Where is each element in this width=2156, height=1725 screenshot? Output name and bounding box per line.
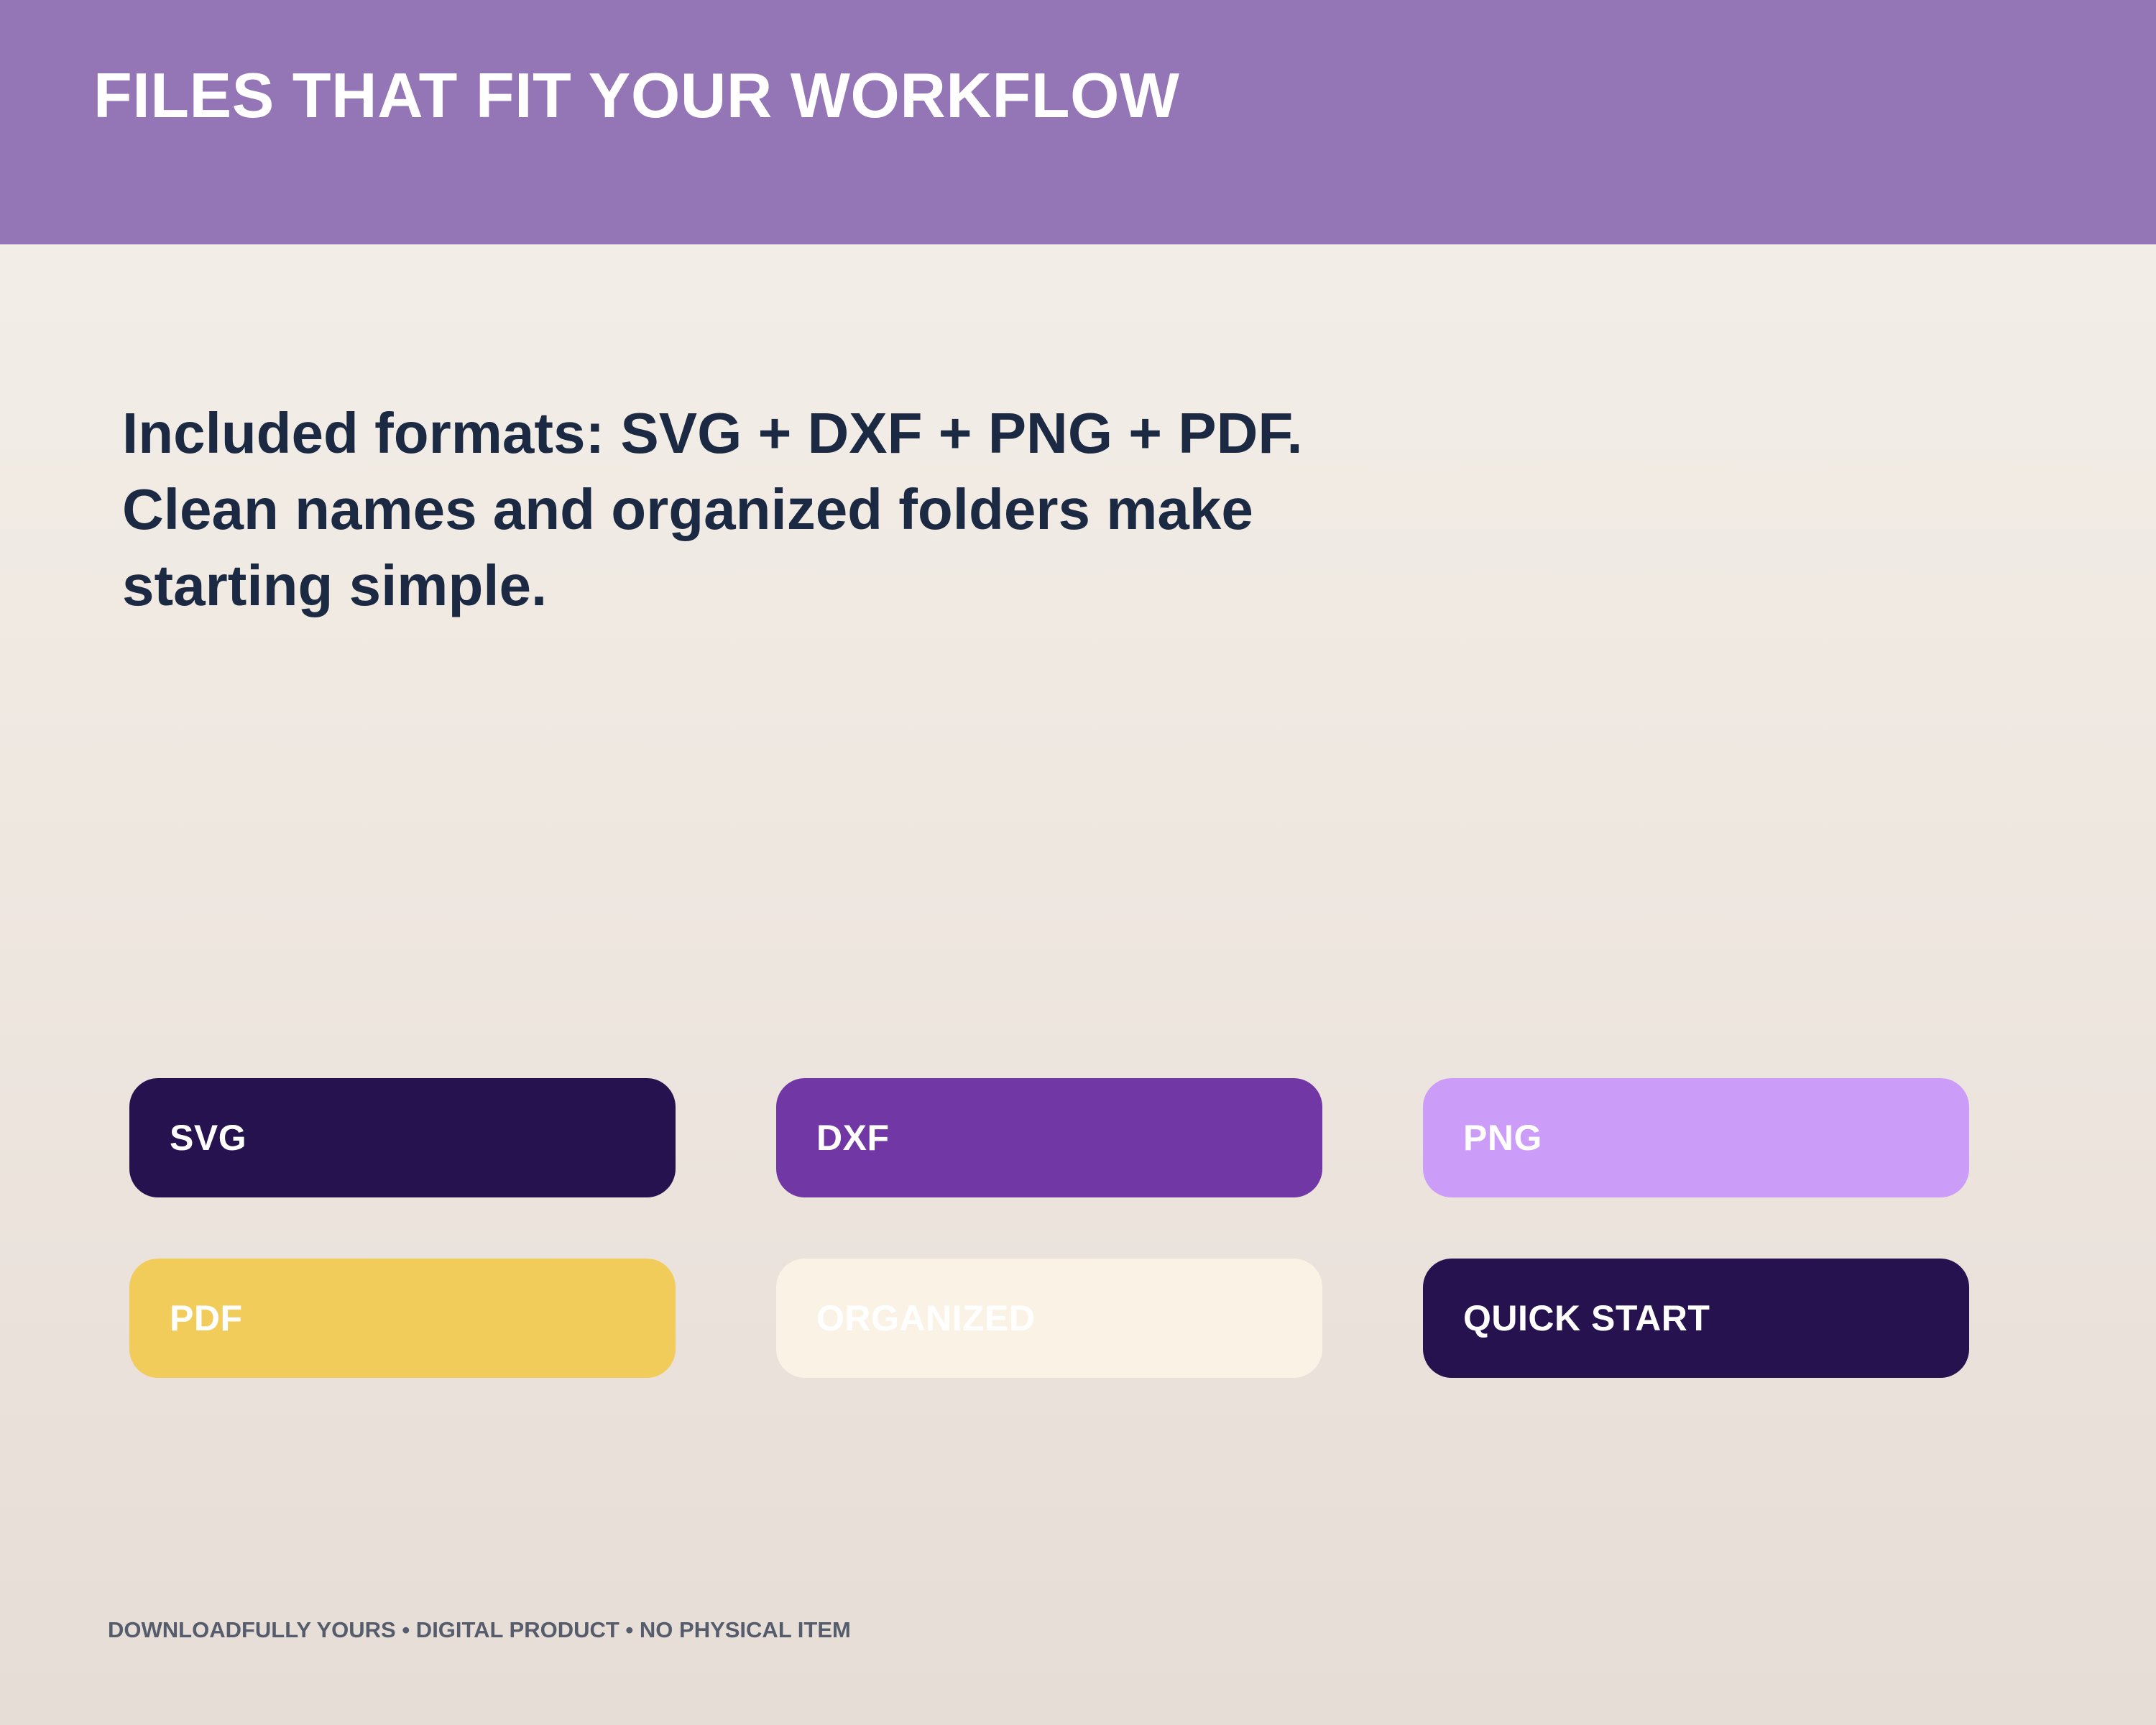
headline-line: starting simple.: [122, 553, 548, 617]
tag-label: PNG: [1463, 1118, 1542, 1158]
footer-text: DOWNLOADFULLY YOURS • DIGITAL PRODUCT • …: [108, 1617, 851, 1642]
headline-text: Included formats: SVG + DXF + PNG + PDF.…: [122, 395, 1445, 624]
page-title: FILES THAT FIT YOUR WORKFLOW: [93, 60, 1180, 131]
header-banner: FILES THAT FIT YOUR WORKFLOW: [0, 0, 2156, 244]
tag-dxf: DXF: [776, 1078, 1322, 1197]
tag-organized: ORGANIZED: [776, 1259, 1322, 1378]
tag-label: SVG: [170, 1118, 247, 1158]
headline-line: Clean names and organized folders make: [122, 477, 1253, 541]
tag-pdf: PDF: [129, 1259, 676, 1378]
tag-label: DXF: [816, 1118, 890, 1158]
format-tags: SVG DXF PNG PDF ORGANIZED QUICK START: [129, 1078, 1969, 1378]
tag-label: PDF: [170, 1298, 243, 1338]
tag-label: QUICK START: [1463, 1298, 1710, 1338]
tag-png: PNG: [1423, 1078, 1969, 1197]
headline-line: Included formats: SVG + DXF + PNG + PDF.: [122, 401, 1303, 465]
tag-svg: SVG: [129, 1078, 676, 1197]
tag-label: ORGANIZED: [816, 1298, 1036, 1338]
tag-quick-start: QUICK START: [1423, 1259, 1969, 1378]
